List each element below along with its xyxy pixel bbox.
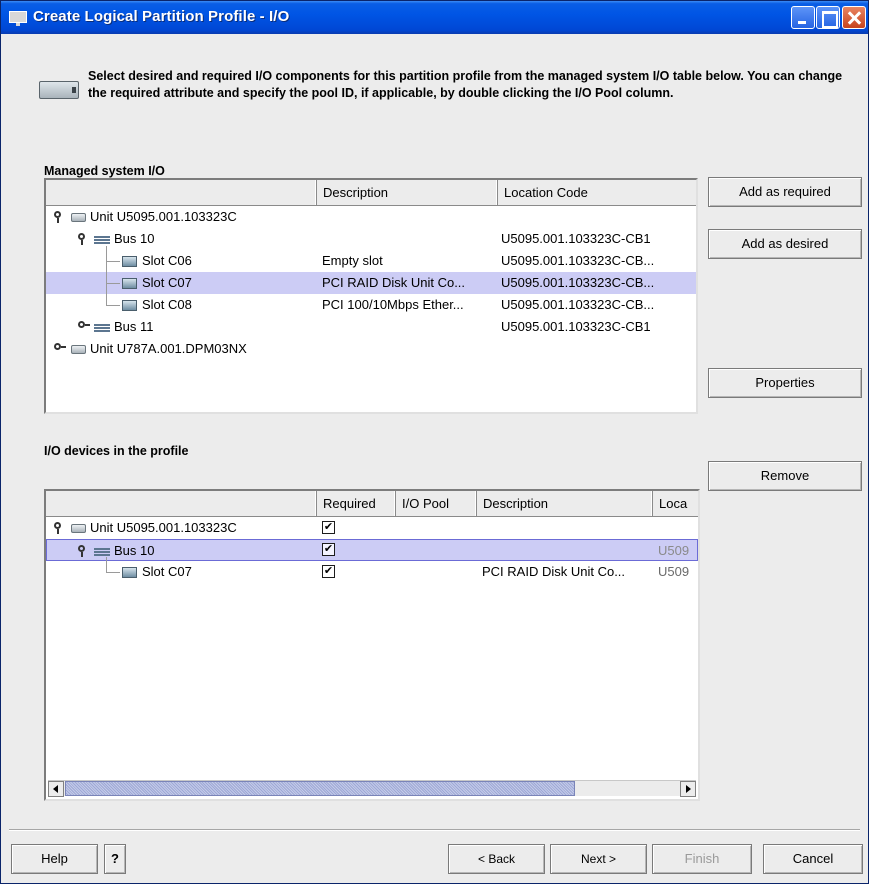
table-row[interactable]: Unit U5095.001.103323C ✔	[46, 517, 698, 539]
row-location: U5095.001.103323C-CB...	[501, 253, 655, 268]
table-row[interactable]: Unit U5095.001.103323C	[46, 206, 696, 228]
row-description: PCI RAID Disk Unit Co...	[322, 275, 466, 290]
column-header-tree[interactable]	[46, 491, 316, 516]
expand-icon[interactable]	[53, 211, 65, 223]
required-checkbox[interactable]: ✔	[322, 565, 335, 578]
back-button[interactable]: < Back	[448, 844, 545, 874]
row-name: Bus 11	[114, 319, 154, 334]
row-location: U509	[658, 564, 690, 579]
unit-icon	[71, 213, 86, 222]
table-header: Description Location Code	[46, 180, 696, 206]
unit-icon	[71, 345, 86, 354]
row-location: U509	[658, 543, 690, 558]
column-header-tree[interactable]	[46, 180, 316, 205]
column-header-io-pool[interactable]: I/O Pool	[395, 491, 476, 516]
properties-button[interactable]: Properties	[708, 368, 862, 398]
table-row-selected[interactable]: Bus 10 ✔ U509	[46, 539, 698, 561]
horizontal-scrollbar[interactable]	[48, 780, 696, 797]
profile-io-devices-label: I/O devices in the profile	[44, 444, 189, 458]
managed-system-io-label: Managed system I/O	[44, 164, 165, 178]
row-description: Empty slot	[322, 253, 383, 268]
expand-icon[interactable]	[77, 545, 89, 557]
collapse-icon[interactable]	[53, 343, 66, 355]
close-icon[interactable]	[842, 6, 866, 29]
row-location: U5095.001.103323C-CB...	[501, 297, 655, 312]
instructions: Select desired and required I/O componen…	[88, 69, 843, 100]
window-title: Create Logical Partition Profile - I/O	[33, 8, 290, 25]
row-description: PCI 100/10Mbps Ether...	[322, 297, 464, 312]
slot-icon	[122, 278, 137, 289]
row-location: U5095.001.103323C-CB1	[501, 319, 651, 334]
scroll-left-icon[interactable]	[48, 781, 64, 797]
dialog-window: Create Logical Partition Profile - I/O S…	[0, 0, 869, 884]
table-row[interactable]: Bus 11 U5095.001.103323C-CB1	[46, 316, 696, 338]
row-name: Unit U5095.001.103323C	[90, 209, 237, 224]
unit-icon	[71, 524, 86, 533]
row-name: Unit U787A.001.DPM03NX	[90, 341, 247, 356]
profile-io-devices-table[interactable]: Required I/O Pool Description Loca Unit …	[44, 489, 700, 801]
add-as-desired-button[interactable]: Add as desired	[708, 229, 862, 259]
footer-divider	[9, 829, 860, 831]
finish-button[interactable]: Finish	[652, 844, 752, 874]
next-button[interactable]: Next >	[550, 844, 647, 874]
slot-icon	[122, 567, 137, 578]
row-name: Slot C06	[142, 253, 192, 268]
scrollbar-thumb[interactable]	[65, 781, 575, 796]
table-row[interactable]: Unit U787A.001.DPM03NX	[46, 338, 696, 360]
table-header: Required I/O Pool Description Loca	[46, 491, 698, 517]
column-header-location-code[interactable]: Location Code	[497, 180, 696, 205]
slot-icon	[122, 300, 137, 311]
column-header-location[interactable]: Loca	[652, 491, 698, 516]
add-as-required-button[interactable]: Add as required	[708, 177, 862, 207]
row-location: U5095.001.103323C-CB1	[501, 231, 651, 246]
table-row[interactable]: Slot C07 ✔ PCI RAID Disk Unit Co... U509	[46, 557, 698, 583]
help-button[interactable]: Help	[11, 844, 98, 874]
managed-system-io-table[interactable]: Description Location Code Unit U5095.001…	[44, 178, 698, 414]
column-header-required[interactable]: Required	[316, 491, 395, 516]
minimize-icon[interactable]	[791, 6, 815, 29]
table-row[interactable]: Slot C08 PCI 100/10Mbps Ether... U5095.0…	[46, 283, 696, 316]
scroll-right-icon[interactable]	[680, 781, 696, 797]
row-name: Slot C07	[142, 564, 192, 579]
expand-icon[interactable]	[53, 522, 65, 534]
required-checkbox[interactable]: ✔	[322, 521, 335, 534]
cancel-button[interactable]: Cancel	[763, 844, 863, 874]
row-name: Bus 10	[114, 231, 155, 246]
row-location: U5095.001.103323C-CB...	[501, 275, 655, 290]
row-name: Slot C07	[142, 275, 192, 290]
remove-button[interactable]: Remove	[708, 461, 862, 491]
required-checkbox[interactable]: ✔	[322, 543, 335, 556]
io-device-icon	[39, 81, 79, 99]
collapse-icon[interactable]	[77, 321, 90, 333]
row-description: PCI RAID Disk Unit Co...	[482, 564, 626, 579]
bus-icon	[94, 322, 110, 333]
slot-icon	[122, 256, 137, 267]
title-bar[interactable]: Create Logical Partition Profile - I/O	[1, 1, 868, 34]
table-row-selected[interactable]: Slot C07 PCI RAID Disk Unit Co... U5095.…	[46, 261, 696, 294]
bus-icon	[94, 234, 110, 245]
maximize-icon[interactable]	[816, 6, 840, 29]
app-icon	[9, 11, 27, 26]
row-name: Slot C08	[142, 297, 192, 312]
row-name: Unit U5095.001.103323C	[90, 520, 237, 535]
expand-icon[interactable]	[77, 233, 89, 245]
table-row[interactable]: Bus 10 U5095.001.103323C-CB1	[46, 228, 696, 250]
column-header-description[interactable]: Description	[476, 491, 652, 516]
bus-icon	[94, 546, 110, 557]
context-help-button[interactable]: ?	[104, 844, 126, 874]
column-header-description[interactable]: Description	[316, 180, 497, 205]
row-name: Bus 10	[114, 543, 155, 558]
table-row[interactable]: Slot C06 Empty slot U5095.001.103323C-CB…	[46, 246, 696, 272]
